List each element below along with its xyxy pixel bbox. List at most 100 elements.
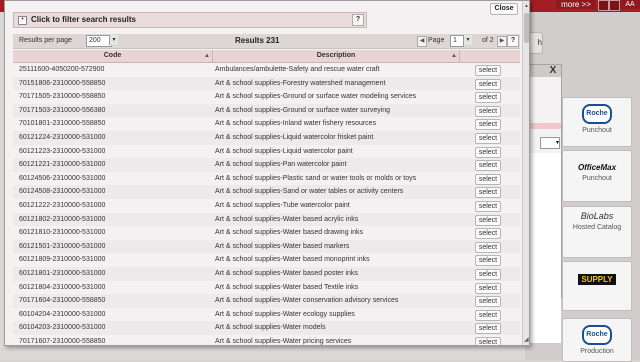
description-cell: Art & school supplies-Pan watercolor pai…: [215, 161, 347, 169]
code-cell: 60121801-2310000-531000: [19, 269, 106, 277]
table-row: 60124506-2310000-531000 Art & school supp…: [13, 172, 520, 186]
sort-asc-icon[interactable]: ▲: [203, 50, 211, 62]
background-dialog-panel: [528, 153, 561, 343]
select-button[interactable]: select: [475, 78, 501, 90]
vendor-label: Hosted Catalog: [572, 224, 622, 231]
chevron-down-icon[interactable]: ▾: [463, 35, 472, 45]
more-menu-button[interactable]: more >>: [556, 0, 596, 9]
chevron-down-icon[interactable]: ▾: [109, 35, 118, 45]
scrollbar-thumb[interactable]: [524, 13, 529, 43]
page-value: 1: [453, 37, 457, 44]
select-button[interactable]: select: [475, 309, 501, 321]
resize-grip-icon[interactable]: ◢: [524, 337, 529, 343]
vendor-tile-supply[interactable]: SUPPLY: [562, 261, 632, 311]
table-row: 60124508-2310000-531000 Art & school supp…: [13, 185, 520, 199]
page-count-label: of 2: [482, 37, 494, 44]
select-button[interactable]: select: [475, 119, 501, 131]
table-row: 60121501-2310000-531000 Art & school supp…: [13, 239, 520, 254]
code-cell: 60121810-2310000-531000: [19, 229, 106, 237]
select-button[interactable]: select: [475, 282, 501, 294]
code-cell: 60121223-2310000-531000: [19, 147, 106, 155]
select-button[interactable]: select: [475, 323, 501, 335]
close-button[interactable]: Close: [490, 3, 518, 15]
table-row: 60121222-2310000-531000 Art & school supp…: [13, 199, 520, 213]
select-button[interactable]: select: [475, 255, 501, 267]
vendor-label: Production: [580, 348, 614, 355]
code-cell: 60104204-2310000-531000: [19, 310, 106, 318]
results-count: Results 231: [235, 36, 280, 45]
select-button[interactable]: select: [475, 132, 501, 144]
code-cell: 25111600-4050200-572900: [19, 66, 105, 73]
officemax-logo: OfficeMax: [577, 163, 617, 172]
code-cell: 60121222-2310000-531000: [19, 201, 106, 209]
select-button[interactable]: select: [475, 105, 501, 117]
select-button[interactable]: select: [475, 200, 501, 212]
code-cell: 70171604-2310000-558850: [19, 297, 106, 305]
select-button[interactable]: select: [475, 173, 501, 185]
table-row: 70151806-2310000-558850 Art & school supp…: [13, 76, 520, 91]
select-button[interactable]: select: [475, 187, 501, 199]
table-row: 60121804-2310000-531000 Art & school supp…: [13, 281, 520, 295]
description-cell: Art & school supplies-Liquid watercolor …: [215, 133, 374, 141]
page-select[interactable]: 1: [450, 35, 464, 47]
scroll-up-icon[interactable]: ▲: [523, 3, 529, 10]
table-header: Code ▲ Description ▲: [13, 50, 520, 63]
table-row: 60121221-2310000-531000 Art & school supp…: [13, 158, 520, 172]
previous-page-icon[interactable]: ◀: [417, 36, 427, 47]
supply-logo: SUPPLY: [578, 274, 616, 285]
vendor-tile-roche-production[interactable]: Roche Production: [562, 318, 632, 362]
expand-plus-icon[interactable]: +: [18, 16, 27, 25]
select-button[interactable]: select: [475, 268, 501, 280]
filter-search-results-bar[interactable]: + Click to filter search results ?: [13, 12, 367, 28]
next-page-icon[interactable]: ▶: [497, 36, 507, 47]
select-button[interactable]: select: [475, 92, 501, 104]
font-size-button[interactable]: AA: [620, 0, 640, 9]
sort-asc-icon[interactable]: ▲: [450, 50, 458, 62]
select-button[interactable]: select: [475, 160, 501, 172]
select-button[interactable]: select: [475, 65, 501, 76]
description-cell: Art & school supplies-Ground or surface …: [215, 93, 417, 101]
nav-square-icon[interactable]: [609, 0, 620, 11]
description-cell: Art & school supplies-Water based monopr…: [215, 256, 370, 264]
code-cell: 60121804-2310000-531000: [19, 283, 106, 291]
background-dialog: X ▾: [527, 64, 562, 343]
description-cell: Art & school supplies-Sand or water tabl…: [215, 188, 404, 196]
code-cell: 70171607-2310000-558850: [19, 337, 106, 345]
table-row: 60121810-2310000-531000 Art & school supp…: [13, 226, 520, 240]
table-row: 60104203-2310000-531000 Art & school supp…: [13, 321, 520, 335]
select-button[interactable]: select: [475, 146, 501, 158]
table-row: 25111600-4050200-572900 Ambulances/ambule…: [13, 63, 520, 77]
table-row: 60121801-2310000-531000 Art & school supp…: [13, 266, 520, 281]
table-row: 70171607-2310000-558850 Art & school supp…: [13, 335, 520, 345]
help-icon[interactable]: ?: [507, 35, 519, 47]
description-cell: Art & school supplies-Plastic sand or wa…: [215, 174, 417, 182]
vendor-label: Punchout: [582, 127, 612, 134]
description-cell: Art & school supplies-Water ecology supp…: [215, 310, 355, 318]
column-header-description[interactable]: Description: [213, 50, 460, 62]
nav-square-icon[interactable]: [598, 0, 609, 11]
vendor-tile-officemax[interactable]: OfficeMax Punchout: [562, 150, 632, 202]
results-per-page-value: 200: [89, 37, 101, 44]
select-button[interactable]: select: [475, 336, 501, 345]
code-cell: 70101801-2310000-558850: [19, 120, 106, 128]
select-button[interactable]: select: [475, 214, 501, 226]
code-cell: 60121501-2310000-531000: [19, 242, 106, 250]
table-row: 70171503-2310000-556380 Art & school supp…: [13, 103, 520, 118]
column-label: Description: [316, 52, 356, 59]
select-button[interactable]: select: [475, 296, 501, 308]
select-button[interactable]: select: [475, 241, 501, 253]
description-cell: Art & school supplies-Water based Textil…: [215, 283, 359, 291]
background-dialog-select[interactable]: ▾: [540, 137, 560, 149]
vendor-tile-roche-punchout[interactable]: Roche Punchout: [562, 97, 632, 147]
column-header-code[interactable]: Code: [13, 50, 213, 62]
background-dialog-close-icon[interactable]: X: [547, 65, 559, 76]
help-icon[interactable]: ?: [352, 14, 364, 26]
vertical-scrollbar[interactable]: ▲: [522, 1, 529, 345]
vendor-tile-biolabs[interactable]: BioLabs Hosted Catalog: [562, 206, 632, 258]
select-button[interactable]: select: [475, 228, 501, 240]
description-cell: Art & school supplies-Liquid watercolor …: [215, 147, 353, 155]
filter-label[interactable]: Click to filter search results: [31, 14, 136, 26]
table-row: 60121224-2310000-531000 Art & school supp…: [13, 130, 520, 145]
column-label: Code: [103, 52, 122, 59]
search-results-popup: Close + Click to filter search results ?…: [4, 0, 530, 346]
